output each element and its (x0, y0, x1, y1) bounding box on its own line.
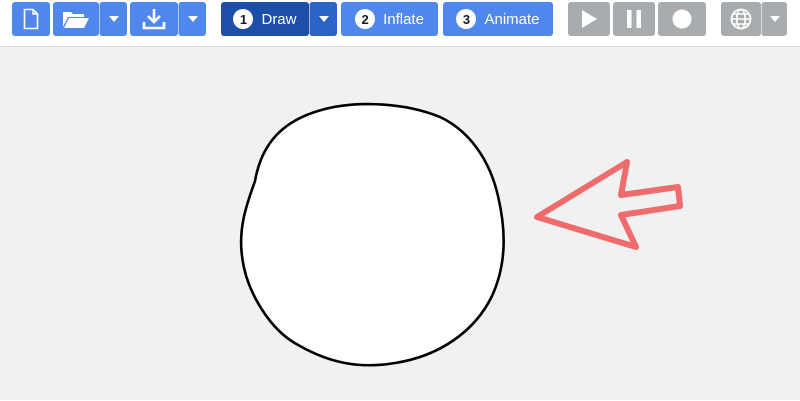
hand-drawn-circle (239, 102, 505, 367)
step-animate-button[interactable]: 3 Animate (443, 2, 553, 36)
draw-dropdown-button[interactable] (309, 2, 337, 36)
step-label: Inflate (383, 10, 424, 28)
language-button[interactable] (721, 2, 761, 36)
annotation-arrow (534, 159, 683, 250)
caret-down-icon (108, 16, 119, 22)
step-label: Draw (261, 10, 297, 28)
canvas-drawing (239, 102, 683, 367)
language-dropdown-button[interactable] (761, 2, 787, 36)
pause-icon (627, 10, 641, 28)
play-button[interactable] (568, 2, 610, 36)
open-dropdown-button[interactable] (99, 2, 127, 36)
download-icon (142, 8, 166, 30)
new-file-icon (23, 8, 39, 30)
caret-down-icon (187, 16, 198, 22)
caret-down-icon (318, 16, 329, 22)
record-button[interactable] (658, 2, 706, 36)
step-number-badge: 1 (233, 9, 254, 29)
folder-open-icon (62, 9, 90, 29)
record-icon (672, 9, 692, 29)
caret-down-icon (769, 16, 780, 22)
open-button[interactable] (53, 2, 99, 36)
pause-button[interactable] (613, 2, 655, 36)
download-dropdown-button[interactable] (178, 2, 206, 36)
step-label: Animate (484, 10, 540, 28)
play-icon (581, 10, 597, 28)
download-button[interactable] (130, 2, 178, 36)
step-number-badge: 2 (355, 9, 376, 29)
toolbar: 1 Draw 2 Inflate 3 Animate (0, 0, 800, 46)
new-file-button[interactable] (12, 2, 50, 36)
drawing-canvas[interactable] (0, 46, 800, 400)
step-draw-button[interactable]: 1 Draw (221, 2, 309, 36)
globe-icon (730, 8, 752, 30)
step-inflate-button[interactable]: 2 Inflate (341, 2, 438, 36)
step-number-badge: 3 (456, 9, 477, 29)
